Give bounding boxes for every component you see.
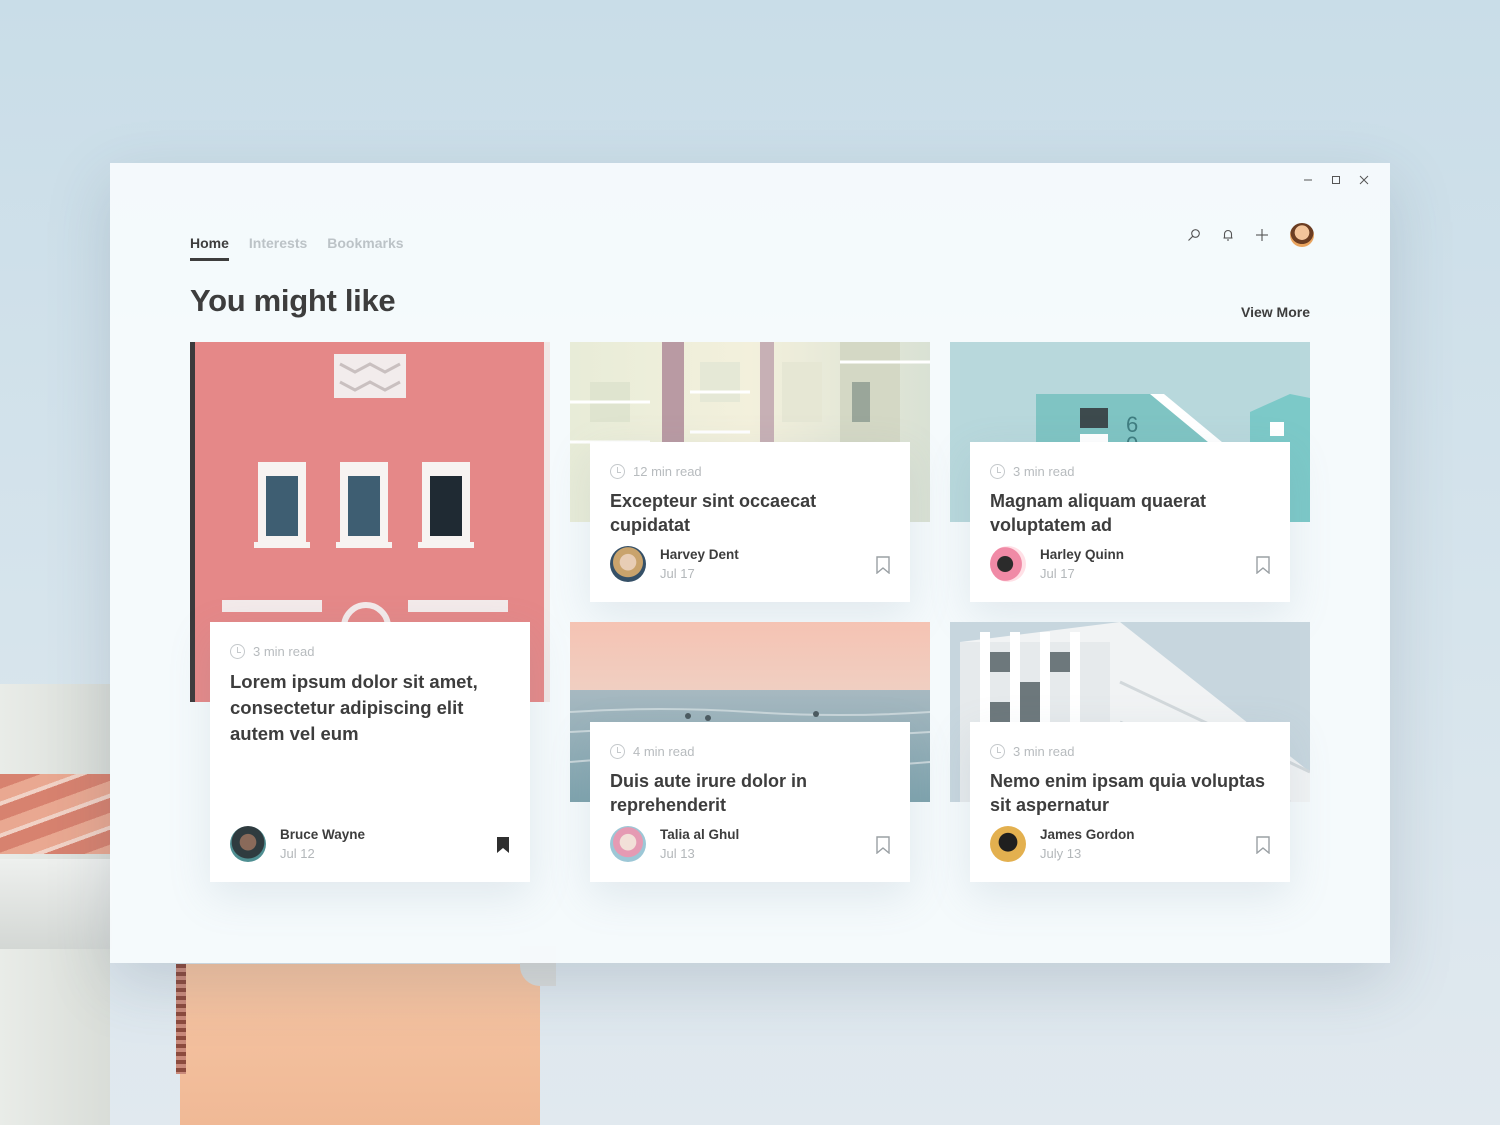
bookmark-icon (1256, 556, 1270, 574)
bookmark-icon (1256, 836, 1270, 854)
bookmark-icon (876, 556, 890, 574)
author-avatar (230, 826, 266, 862)
card-4-read-time: 4 min read (633, 744, 695, 759)
tab-interests[interactable]: Interests (249, 235, 307, 261)
plus-icon (1256, 229, 1268, 241)
card-1-bookmark-button[interactable] (496, 836, 510, 854)
search-icon (1188, 229, 1200, 241)
card-1[interactable]: 3 min read Lorem ipsum dolor sit amet, c… (210, 622, 530, 882)
card-4-bookmark-button[interactable] (876, 836, 890, 854)
card-3-read-time: 3 min read (1013, 464, 1075, 479)
background-roof-tiles (0, 774, 110, 854)
app-window: Home Interests Bookmarks You might like … (110, 163, 1390, 963)
card-2-meta: 12 min read (610, 464, 890, 479)
card-5-author-name: James Gordon (1040, 827, 1135, 842)
author-avatar (990, 546, 1026, 582)
tab-bookmarks[interactable]: Bookmarks (327, 235, 403, 261)
bookmark-icon (876, 836, 890, 854)
close-icon (1359, 175, 1369, 185)
card-3-author-name: Harley Quinn (1040, 547, 1125, 562)
card-3-meta: 3 min read (990, 464, 1270, 479)
clock-icon (230, 644, 245, 659)
user-avatar[interactable] (1290, 223, 1314, 247)
card-2-date: Jul 17 (660, 566, 695, 581)
background-ledge (0, 859, 112, 949)
card-2[interactable]: 12 min read Excepteur sint occaecat cupi… (590, 442, 910, 602)
card-3[interactable]: 3 min read Magnam aliquam quaerat volupt… (970, 442, 1290, 602)
card-2-title[interactable]: Excepteur sint occaecat cupidatat (610, 489, 890, 537)
background-chain (176, 964, 186, 1074)
toolbar-actions (1184, 223, 1314, 247)
card-4-author-name: Talia al Ghul (660, 827, 740, 842)
minimize-button[interactable] (1294, 167, 1322, 193)
card-3-date: Jul 17 (1040, 566, 1075, 581)
notifications-button[interactable] (1218, 223, 1238, 247)
search-button[interactable] (1184, 223, 1204, 247)
author-avatar (610, 546, 646, 582)
card-5-date: July 13 (1040, 846, 1082, 861)
clock-icon (610, 744, 625, 759)
card-5-bookmark-button[interactable] (1256, 836, 1270, 854)
add-button[interactable] (1252, 223, 1272, 247)
card-4-title[interactable]: Duis aute irure dolor in reprehenderit (610, 769, 890, 817)
bookmark-filled-icon (497, 837, 509, 853)
bell-icon (1223, 229, 1233, 241)
card-4-author[interactable]: Talia al Ghul Jul 13 (610, 826, 739, 862)
card-5[interactable]: 3 min read Nemo enim ipsam quia voluptas… (970, 722, 1290, 882)
window-controls (1294, 167, 1378, 193)
minimize-icon (1304, 179, 1312, 181)
tab-home[interactable]: Home (190, 235, 229, 261)
clock-icon (990, 744, 1005, 759)
background-peach-wall (180, 964, 540, 1125)
card-1-author[interactable]: Bruce Wayne Jul 12 (230, 826, 365, 862)
card-2-author[interactable]: Harvey Dent Jul 17 (610, 546, 739, 582)
card-3-title[interactable]: Magnam aliquam quaerat voluptatem ad (990, 489, 1270, 537)
card-3-bookmark-button[interactable] (1256, 556, 1270, 574)
card-5-meta: 3 min read (990, 744, 1270, 759)
author-avatar (610, 826, 646, 862)
card-1-read-time: 3 min read (253, 644, 315, 659)
maximize-icon (1332, 176, 1340, 184)
clock-icon (990, 464, 1005, 479)
card-4-meta: 4 min read (610, 744, 890, 759)
clock-icon (610, 464, 625, 479)
card-1-date: Jul 12 (280, 846, 315, 861)
card-5-title[interactable]: Nemo enim ipsam quia voluptas sit aspern… (990, 769, 1270, 817)
card-2-read-time: 12 min read (633, 464, 702, 479)
card-1-author-name: Bruce Wayne (280, 827, 366, 842)
card-5-author[interactable]: James Gordon July 13 (990, 826, 1135, 862)
close-button[interactable] (1350, 167, 1378, 193)
card-5-read-time: 3 min read (1013, 744, 1075, 759)
card-1-meta: 3 min read (230, 644, 510, 659)
maximize-button[interactable] (1322, 167, 1350, 193)
card-4[interactable]: 4 min read Duis aute irure dolor in repr… (590, 722, 910, 882)
card-2-author-name: Harvey Dent (660, 547, 739, 562)
view-more-link[interactable]: View More (1241, 304, 1310, 320)
card-2-bookmark-button[interactable] (876, 556, 890, 574)
card-1-title[interactable]: Lorem ipsum dolor sit amet, consectetur … (230, 669, 510, 747)
main-nav: Home Interests Bookmarks (190, 235, 404, 261)
author-avatar (990, 826, 1026, 862)
card-3-author[interactable]: Harley Quinn Jul 17 (990, 546, 1124, 582)
page-title: You might like (190, 283, 396, 318)
card-4-date: Jul 13 (660, 846, 695, 861)
